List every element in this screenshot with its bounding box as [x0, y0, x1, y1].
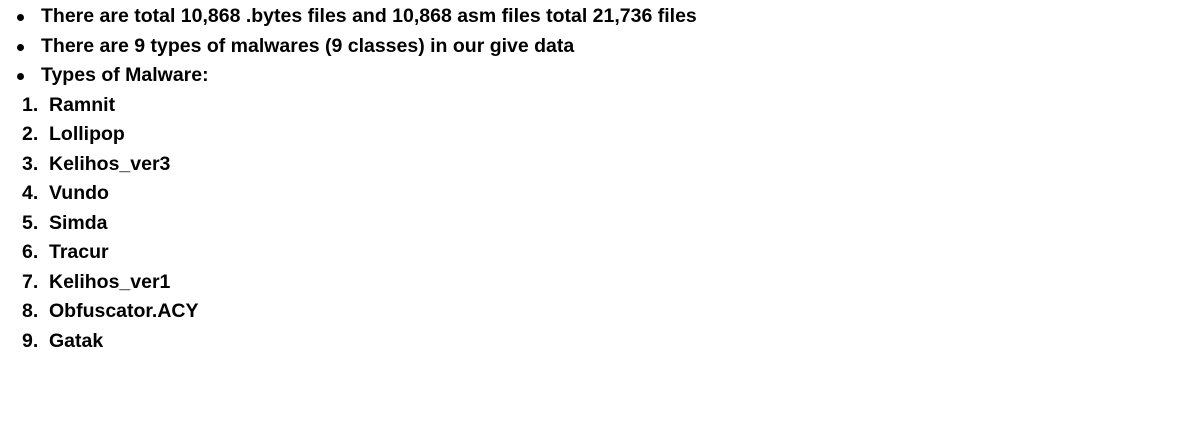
bullet-list: There are total 10,868 .bytes files and … — [0, 2, 1190, 91]
list-item: 4. Vundo — [0, 179, 1190, 209]
list-item-number: 3. — [22, 152, 39, 175]
bullet-item-class-count: There are 9 types of malwares (9 classes… — [0, 32, 1190, 62]
bullet-dot-icon — [17, 14, 24, 21]
bullet-dot-icon — [17, 73, 24, 80]
list-item: 7. Kelihos_ver1 — [0, 268, 1190, 298]
list-item-name: Kelihos_ver3 — [49, 152, 171, 175]
list-item-number: 9. — [22, 329, 39, 352]
list-item-name: Gatak — [49, 329, 104, 352]
list-item: 6. Tracur — [0, 238, 1190, 268]
list-item-name: Ramnit — [49, 93, 116, 116]
list-item-number: 5. — [22, 211, 39, 234]
list-item-name: Simda — [49, 211, 108, 234]
list-item: 8. Obfuscator.ACY — [0, 297, 1190, 327]
list-item-number: 4. — [22, 182, 39, 204]
bullet-item-file-count: There are total 10,868 .bytes files and … — [0, 2, 1190, 32]
list-item-number: 2. — [22, 123, 39, 145]
list-item-number: 8. — [22, 300, 39, 322]
list-item-name: Lollipop — [49, 123, 125, 145]
list-item: 1. Ramnit — [0, 91, 1190, 121]
malware-types-list: 1. Ramnit 2. Lollipop 3. Kelihos_ver3 4.… — [0, 91, 1190, 357]
list-item: 9. Gatak — [0, 327, 1190, 357]
document-body: There are total 10,868 .bytes files and … — [0, 0, 1190, 356]
list-item: 3. Kelihos_ver3 — [0, 150, 1190, 180]
list-item-name: Kelihos_ver1 — [49, 270, 171, 293]
list-item-number: 7. — [22, 270, 39, 293]
bullet-text: Types of Malware: — [41, 64, 209, 86]
list-item-name: Tracur — [49, 241, 109, 263]
list-item: 5. Simda — [0, 209, 1190, 239]
list-item-name: Vundo — [49, 182, 109, 204]
bullet-item-types-heading: Types of Malware: — [0, 61, 1190, 91]
list-item-name: Obfuscator.ACY — [49, 300, 199, 322]
list-item-number: 6. — [22, 241, 39, 263]
bullet-text: There are 9 types of malwares (9 classes… — [41, 34, 575, 57]
list-item-number: 1. — [22, 93, 39, 116]
bullet-text: There are total 10,868 .bytes files and … — [41, 5, 697, 27]
bullet-dot-icon — [17, 43, 24, 51]
list-item: 2. Lollipop — [0, 120, 1190, 150]
